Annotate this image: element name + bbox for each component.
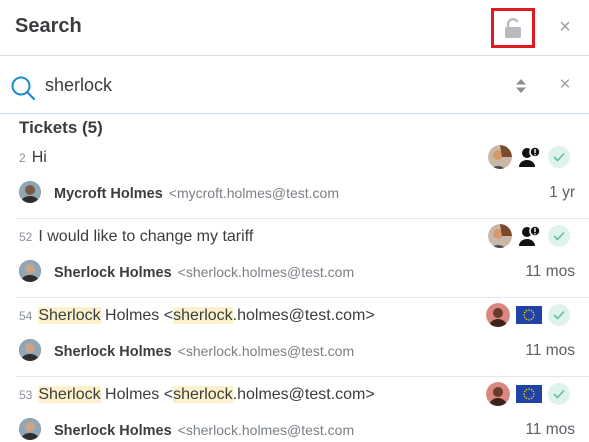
ticket-row[interactable]: 54 Sherlock Holmes <sherlock.holmes@test.… [16,298,589,377]
customer-email: <sherlock.holmes@test.com [177,422,355,438]
search-input[interactable]: sherlock [45,75,112,96]
ticket-status-icons [486,382,570,406]
customer-avatar [19,260,41,282]
customer-email: <sherlock.holmes@test.com [177,343,355,359]
close-icon[interactable]: × [555,16,575,38]
agent-avatar [488,224,512,248]
ticket-number: 52 [19,230,33,244]
customer-name-text: Sherlock Holmes [54,423,172,439]
customer-avatar [19,181,41,203]
eu-flag-icon [516,306,542,324]
ticket-number: 2 [19,151,26,165]
clear-search-icon[interactable]: × [556,74,574,96]
agent-avatar [486,303,510,327]
eu-flag-icon [516,385,542,403]
ticket-title-text: .holmes@test.com> [232,386,375,403]
search-highlight: sherlock [173,307,233,324]
customer-name[interactable]: Sherlock Holmes <sherlock.holmes@test.com [54,422,354,439]
customer-email: <sherlock.holmes@test.com [177,264,355,280]
check-icon [548,225,570,247]
search-highlight: Sherlock [38,307,101,324]
customer-avatar [19,339,41,361]
ticket-title-text: Holmes < [100,386,174,403]
sort-icon[interactable] [515,78,527,94]
ticket-age: 1 yr [549,184,575,201]
agent-avatar [486,382,510,406]
ticket-number: 53 [19,388,33,402]
customer-email: <mycroft.holmes@test.com [168,185,339,201]
customer-name[interactable]: Sherlock Holmes <sherlock.holmes@test.com [54,264,354,281]
ticket-row[interactable]: 53 Sherlock Holmes <sherlock.holmes@test.… [16,377,589,442]
check-icon [548,146,570,168]
customer-name-text: Sherlock Holmes [54,344,172,360]
ticket-age: 11 mos [525,263,575,280]
check-icon [548,383,570,405]
ticket-row[interactable]: 2 Hi Mycroft Holmes <mycroft.holmes@test.co… [16,140,589,219]
customer-name[interactable]: Sherlock Holmes <sherlock.holmes@test.com [54,343,354,360]
unlock-icon [505,18,521,38]
search-highlight: Sherlock [38,386,101,403]
ticket-title-text: Holmes < [100,307,174,324]
check-icon [548,304,570,326]
search-bar: sherlock × [0,57,589,114]
ticket-title[interactable]: 53 Sherlock Holmes <sherlock.holmes@test.… [19,386,375,404]
ticket-number: 54 [19,309,33,323]
ticket-age: 11 mos [525,421,575,438]
search-icon [11,76,36,101]
ticket-title[interactable]: 54 Sherlock Holmes <sherlock.holmes@test.… [19,307,375,325]
agent-alert-icon [518,224,542,248]
ticket-row[interactable]: 52 I would like to change my tariff Sherlo… [16,219,589,298]
ticket-title-text: Hi [31,149,47,166]
customer-name[interactable]: Mycroft Holmes <mycroft.holmes@test.com [54,185,339,202]
page-title: Search [15,15,82,37]
customer-avatar [19,418,41,440]
search-header: Search × [0,0,589,56]
ticket-title[interactable]: 2 Hi [19,149,47,167]
search-highlight: sherlock [173,386,233,403]
ticket-status-icons [488,145,570,169]
ticket-age: 11 mos [525,342,575,359]
customer-name-text: Sherlock Holmes [54,265,172,281]
ticket-status-icons [488,224,570,248]
unlock-button[interactable] [491,8,535,48]
customer-name-text: Mycroft Holmes [54,186,163,202]
section-title: Tickets (5) [19,118,103,137]
ticket-status-icons [486,303,570,327]
ticket-title-text: .holmes@test.com> [232,307,375,324]
agent-avatar [488,145,512,169]
agent-alert-icon [518,145,542,169]
ticket-title-text: I would like to change my tariff [38,228,254,245]
ticket-title[interactable]: 52 I would like to change my tariff [19,228,253,246]
